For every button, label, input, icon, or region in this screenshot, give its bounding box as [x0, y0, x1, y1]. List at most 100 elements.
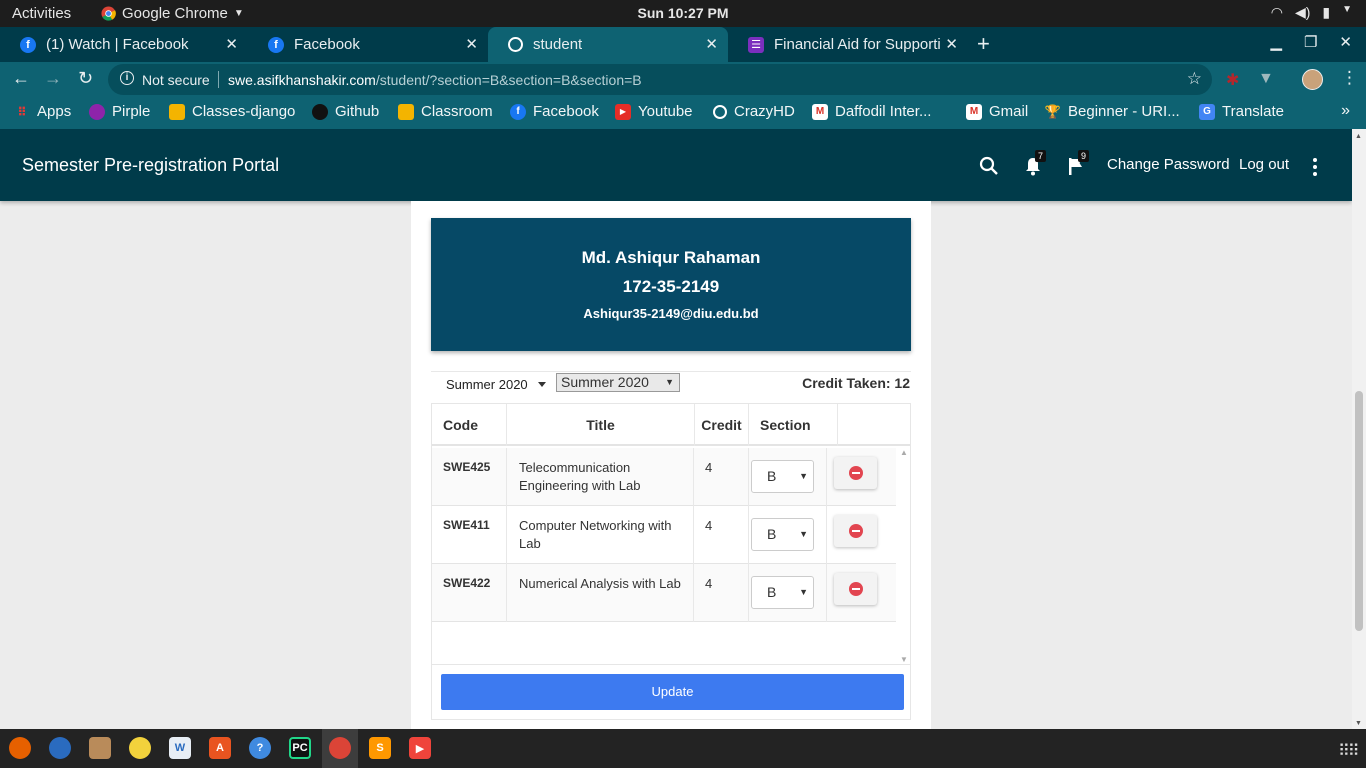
bookmark-label: Facebook	[533, 103, 599, 120]
vue-devtools-icon[interactable]: ▼	[1258, 70, 1274, 88]
chrome-menu-icon[interactable]: ⋮	[1341, 68, 1358, 88]
clock[interactable]: Sun 10:27 PM	[0, 5, 1366, 21]
remove-icon	[848, 582, 863, 596]
rhythmbox-icon[interactable]	[129, 737, 151, 759]
remove-course-button[interactable]	[834, 515, 877, 547]
battery-icon: ▮	[1322, 4, 1331, 20]
update-button[interactable]: Update	[441, 674, 904, 710]
reload-icon[interactable]: ↻	[78, 68, 93, 89]
student-email: Ashiqur35-2149@diu.edu.bd	[583, 306, 759, 321]
header-title: Title	[507, 404, 695, 446]
portal-header: Semester Pre-registration Portal 7 9 Cha…	[0, 129, 1352, 201]
files-icon[interactable]	[89, 737, 111, 759]
tab-watch-facebook[interactable]: f (1) Watch | Facebook ✕	[0, 27, 248, 62]
globe-icon	[508, 37, 523, 52]
bookmark-gmail[interactable]: M Gmail	[966, 103, 1028, 120]
logout-link[interactable]: Log out	[1239, 156, 1289, 173]
anydesk-icon[interactable]: ▶	[409, 737, 431, 759]
tab-student[interactable]: student ✕	[488, 27, 728, 62]
bookmark-label: Gmail	[989, 103, 1029, 120]
back-icon[interactable]: ←	[12, 68, 30, 89]
flag-icon[interactable]: 9	[1066, 150, 1090, 181]
table-row: SWE425 Telecommunication Engineering wit…	[432, 448, 896, 506]
remove-course-button[interactable]	[834, 457, 877, 489]
tab-financial-aid[interactable]: ☰ Financial Aid for Supporti ✕	[728, 27, 968, 62]
bookmark-label: Classroom	[421, 103, 493, 120]
scroll-down-icon[interactable]: ▼	[1355, 720, 1362, 727]
close-icon[interactable]: ✕	[705, 35, 718, 53]
web-page: Semester Pre-registration Portal 7 9 Cha…	[0, 129, 1352, 729]
table-row: SWE411 Computer Networking with Lab 4 B …	[432, 506, 896, 564]
bookmark-pirple[interactable]: Pirple	[89, 103, 150, 120]
bookmark-star-icon[interactable]: ☆	[1187, 69, 1202, 89]
address-bar[interactable]: i Not secure swe.asifkhanshakir.com/stud…	[108, 64, 1212, 95]
help-icon[interactable]: ?	[249, 737, 271, 759]
semester-select[interactable]: Summer 2020 ▼	[556, 373, 680, 392]
bookmark-label: CrazyHD	[734, 103, 795, 120]
volume-icon: ◀)	[1294, 4, 1311, 20]
info-icon[interactable]: i	[120, 71, 134, 85]
pycharm-icon[interactable]: PC	[289, 737, 311, 759]
more-vert-icon[interactable]	[1313, 158, 1319, 176]
close-icon[interactable]: ✕	[465, 35, 478, 53]
apps-grid-icon: ⠿	[17, 104, 27, 119]
show-apps-icon[interactable]: ⠿⠿	[1338, 741, 1359, 761]
new-tab-button[interactable]: +	[977, 31, 990, 57]
url-path: /student/?section=B&section=B&section=B	[375, 72, 642, 88]
search-icon[interactable]	[979, 156, 999, 181]
bookmarks-bar: ⠿ Apps Pirple Classes-django Github Class…	[0, 96, 1366, 129]
section-select[interactable]: B ▼	[751, 576, 814, 609]
bookmark-youtube[interactable]: ▶ Youtube	[615, 103, 693, 120]
student-profile-panel: Md. Ashiqur Rahaman 172-35-2149 Ashiqur3…	[431, 218, 911, 351]
bookmark-classroom[interactable]: Classroom	[398, 103, 493, 120]
more-bookmarks-icon[interactable]: »	[1341, 102, 1350, 120]
facebook-icon: f	[268, 36, 284, 53]
tab-facebook[interactable]: f Facebook ✕	[248, 27, 488, 62]
bookmark-classes-django[interactable]: Classes-django	[169, 103, 295, 120]
section-select[interactable]: B ▼	[751, 518, 814, 551]
bookmark-translate[interactable]: G Translate	[1199, 103, 1284, 120]
scroll-down-icon[interactable]: ▼	[900, 655, 908, 664]
semester-dropdown[interactable]: Summer 2020	[446, 377, 546, 392]
thunderbird-icon[interactable]	[49, 737, 71, 759]
system-tray[interactable]: ◠ ◀) ▮ ▼	[1271, 4, 1352, 21]
portal-title[interactable]: Semester Pre-registration Portal	[22, 155, 279, 176]
tab-title: Financial Aid for Supporti	[774, 36, 941, 53]
bookmark-label: Youtube	[638, 103, 693, 120]
bookmark-apps[interactable]: ⠿ Apps	[14, 103, 71, 120]
bookmark-github[interactable]: Github	[312, 103, 379, 120]
notification-bell-icon[interactable]: 7	[1023, 150, 1047, 181]
facebook-icon: f	[20, 36, 36, 53]
bookmark-crazyhd[interactable]: CrazyHD	[713, 103, 795, 120]
maximize-icon[interactable]: ❐	[1304, 33, 1317, 51]
bookmark-label: Pirple	[112, 103, 151, 120]
facebook-icon: f	[510, 103, 526, 120]
extension-icon[interactable]: ✱	[1226, 70, 1239, 90]
url-text[interactable]: swe.asifkhanshakir.com/student/?section=…	[228, 72, 642, 88]
close-icon[interactable]: ✕	[225, 35, 238, 53]
forward-icon[interactable]: →	[44, 68, 62, 89]
page-scrollbar[interactable]: ▲ ▼	[1352, 129, 1366, 729]
scroll-up-icon[interactable]: ▲	[1355, 133, 1362, 140]
change-password-link[interactable]: Change Password	[1107, 156, 1230, 173]
libreoffice-writer-icon[interactable]: W	[169, 737, 191, 759]
scrollbar-thumb[interactable]	[1355, 391, 1363, 631]
security-label[interactable]: Not secure	[142, 72, 210, 88]
bookmark-beginner-uri[interactable]: 🏆 Beginner - URI...	[1045, 103, 1180, 120]
firefox-icon[interactable]	[9, 737, 31, 759]
sublime-text-icon[interactable]: S	[369, 737, 391, 759]
table-scrollbar[interactable]: ▲ ▼	[898, 448, 910, 664]
software-center-icon[interactable]: A	[209, 737, 231, 759]
bookmark-daffodil[interactable]: M Daffodil Inter...	[812, 103, 931, 120]
bookmark-facebook[interactable]: f Facebook	[510, 103, 599, 120]
chevron-down-icon: ▼	[799, 471, 808, 481]
remove-course-button[interactable]	[834, 573, 877, 605]
profile-avatar[interactable]	[1302, 69, 1323, 90]
remove-icon	[848, 466, 863, 480]
scroll-up-icon[interactable]: ▲	[900, 448, 908, 457]
close-icon[interactable]: ✕	[945, 35, 958, 53]
minimize-icon[interactable]: ▁	[1270, 33, 1282, 51]
chrome-icon[interactable]	[329, 737, 351, 759]
close-icon[interactable]: ✕	[1339, 33, 1352, 51]
section-select[interactable]: B ▼	[751, 460, 814, 493]
